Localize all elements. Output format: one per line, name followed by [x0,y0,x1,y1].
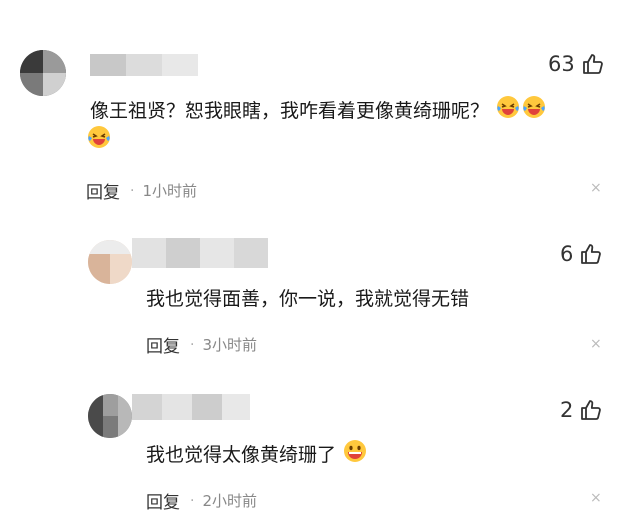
reply-button[interactable]: 回复 [146,332,180,357]
close-icon[interactable]: × [590,180,602,196]
grinning-emoji [342,438,368,473]
comment-text-line2 [86,124,112,159]
comment-body: 像王祖贤？恕我眼瞎，我咋看着更像黄绮珊呢？ [90,100,490,122]
separator: · [190,336,195,353]
separator: · [130,182,135,199]
thumbs-up-icon [579,398,603,422]
close-icon[interactable]: × [590,336,602,352]
comment-body: 我也觉得面善，你一说，我就觉得无错 [146,288,470,310]
comment-meta: 回复 · 1小时前 [86,178,197,203]
username-blurred[interactable] [90,54,198,76]
username-blurred[interactable] [132,238,268,268]
avatar[interactable] [88,240,132,284]
thumbs-up-icon [581,52,605,76]
avatar[interactable] [88,394,132,438]
timestamp: 3小时前 [202,336,257,354]
reply-button[interactable]: 回复 [86,178,120,203]
timestamp: 2小时前 [202,492,257,510]
laughing-crying-emoji [495,94,521,129]
comment-text: 我也觉得面善，你一说，我就觉得无错 [146,284,469,314]
comment-meta: 回复 · 3小时前 [146,332,257,357]
comment-body: 我也觉得太像黄绮珊了 [146,444,337,466]
timestamp: 1小时前 [142,182,197,200]
like-count: 6 [560,242,574,266]
laughing-crying-emoji [521,94,547,129]
username-blurred[interactable] [132,394,250,420]
laughing-crying-emoji [86,124,112,159]
like-button[interactable]: 63 [548,52,605,76]
like-count: 63 [548,52,575,76]
comment-text: 像王祖贤？恕我眼瞎，我咋看着更像黄绮珊呢？ [90,94,547,129]
thumbs-up-icon [579,242,603,266]
like-count: 2 [560,398,574,422]
like-button[interactable]: 2 [560,398,603,422]
reply-button[interactable]: 回复 [146,488,180,513]
comment-text: 我也觉得太像黄绮珊了 [146,438,368,473]
like-button[interactable]: 6 [560,242,603,266]
avatar[interactable] [20,50,66,96]
separator: · [190,492,195,509]
close-icon[interactable]: × [590,490,602,506]
comment-meta: 回复 · 2小时前 [146,488,257,513]
